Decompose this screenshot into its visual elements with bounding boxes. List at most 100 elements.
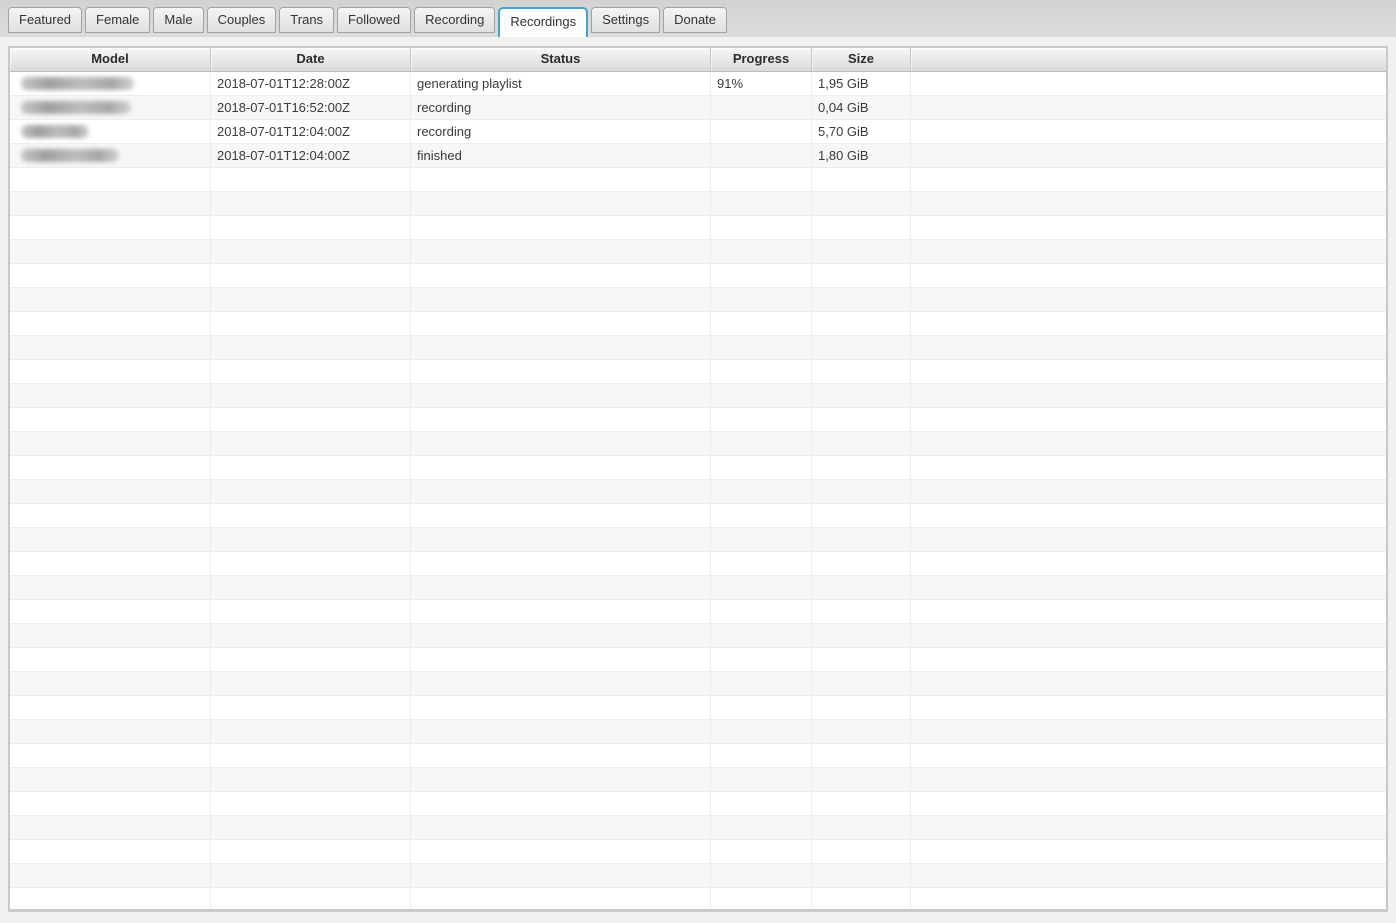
cell-progress	[711, 672, 812, 695]
cell-status	[411, 648, 711, 671]
cell-date	[211, 384, 411, 407]
cell-size	[812, 792, 911, 815]
cell-progress	[711, 192, 812, 215]
table-row[interactable]: 2018-07-01T12:04:00Zfinished1,80 GiB	[10, 144, 1386, 168]
cell-date	[211, 864, 411, 887]
table-row-empty	[10, 528, 1386, 552]
cell-blank	[911, 648, 1386, 671]
cell-status	[411, 816, 711, 839]
tab-trans[interactable]: Trans	[279, 7, 334, 33]
cell-date	[211, 216, 411, 239]
cell-blank	[911, 720, 1386, 743]
cell-size: 1,80 GiB	[812, 144, 911, 167]
column-header-model[interactable]: Model	[10, 48, 211, 71]
cell-date: 2018-07-01T12:28:00Z	[211, 72, 411, 95]
cell-size	[812, 816, 911, 839]
tab-female[interactable]: Female	[85, 7, 150, 33]
cell-blank	[911, 168, 1386, 191]
cell-size	[812, 408, 911, 431]
table-row-empty	[10, 432, 1386, 456]
table-row-empty	[10, 336, 1386, 360]
tab-couples[interactable]: Couples	[207, 7, 277, 33]
cell-model	[10, 312, 211, 335]
cell-size	[812, 600, 911, 623]
cell-model	[10, 432, 211, 455]
table-row-empty	[10, 720, 1386, 744]
cell-model	[10, 792, 211, 815]
cell-date	[211, 456, 411, 479]
cell-date: 2018-07-01T12:04:00Z	[211, 120, 411, 143]
tab-followed[interactable]: Followed	[337, 7, 411, 33]
cell-date	[211, 552, 411, 575]
cell-model	[10, 240, 211, 263]
cell-model	[10, 840, 211, 863]
cell-progress: 91%	[711, 72, 812, 95]
cell-model	[10, 456, 211, 479]
column-header-size[interactable]: Size	[812, 48, 911, 71]
cell-model	[10, 648, 211, 671]
cell-blank	[911, 360, 1386, 383]
cell-date	[211, 432, 411, 455]
column-header-progress[interactable]: Progress	[711, 48, 812, 71]
column-header-blank[interactable]	[911, 48, 1386, 71]
cell-blank	[911, 120, 1386, 143]
tab-settings[interactable]: Settings	[591, 7, 660, 33]
cell-progress	[711, 216, 812, 239]
column-header-date[interactable]: Date	[211, 48, 411, 71]
table-row-empty	[10, 792, 1386, 816]
cell-blank	[911, 888, 1386, 911]
cell-model	[10, 168, 211, 191]
cell-blank	[911, 480, 1386, 503]
cell-date	[211, 696, 411, 719]
cell-model	[10, 408, 211, 431]
cell-size	[812, 216, 911, 239]
cell-size	[812, 744, 911, 767]
cell-model	[10, 888, 211, 911]
table-row-empty	[10, 192, 1386, 216]
table-row-empty	[10, 552, 1386, 576]
cell-model	[10, 504, 211, 527]
cell-date	[211, 336, 411, 359]
table-row[interactable]: 2018-07-01T12:04:00Zrecording5,70 GiB	[10, 120, 1386, 144]
tab-recordings[interactable]: Recordings	[498, 7, 588, 37]
cell-status: recording	[411, 96, 711, 119]
tab-recording[interactable]: Recording	[414, 7, 495, 33]
cell-date	[211, 624, 411, 647]
cell-model	[10, 624, 211, 647]
cell-status	[411, 840, 711, 863]
tab-male[interactable]: Male	[153, 7, 203, 33]
cell-progress	[711, 792, 812, 815]
tab-featured[interactable]: Featured	[8, 7, 82, 33]
cell-size	[812, 432, 911, 455]
cell-size	[812, 504, 911, 527]
table-row-empty	[10, 408, 1386, 432]
cell-blank	[911, 192, 1386, 215]
cell-size	[812, 576, 911, 599]
cell-date	[211, 648, 411, 671]
cell-size	[812, 312, 911, 335]
cell-progress	[711, 480, 812, 503]
cell-progress	[711, 744, 812, 767]
table-row[interactable]: 2018-07-01T16:52:00Zrecording0,04 GiB	[10, 96, 1386, 120]
cell-progress	[711, 648, 812, 671]
table-row-empty	[10, 456, 1386, 480]
cell-date	[211, 768, 411, 791]
column-header-status[interactable]: Status	[411, 48, 711, 71]
cell-model	[10, 120, 211, 143]
table-row[interactable]: 2018-07-01T12:28:00Zgenerating playlist9…	[10, 72, 1386, 96]
tab-donate[interactable]: Donate	[663, 7, 727, 33]
cell-blank	[911, 240, 1386, 263]
cell-status	[411, 504, 711, 527]
table-row-empty	[10, 840, 1386, 864]
cell-blank	[911, 816, 1386, 839]
cell-blank	[911, 864, 1386, 887]
cell-date	[211, 480, 411, 503]
cell-status	[411, 432, 711, 455]
cell-progress	[711, 264, 812, 287]
cell-progress	[711, 240, 812, 263]
table-row-empty	[10, 384, 1386, 408]
cell-progress	[711, 408, 812, 431]
cell-size	[812, 456, 911, 479]
cell-size	[812, 480, 911, 503]
cell-date	[211, 504, 411, 527]
